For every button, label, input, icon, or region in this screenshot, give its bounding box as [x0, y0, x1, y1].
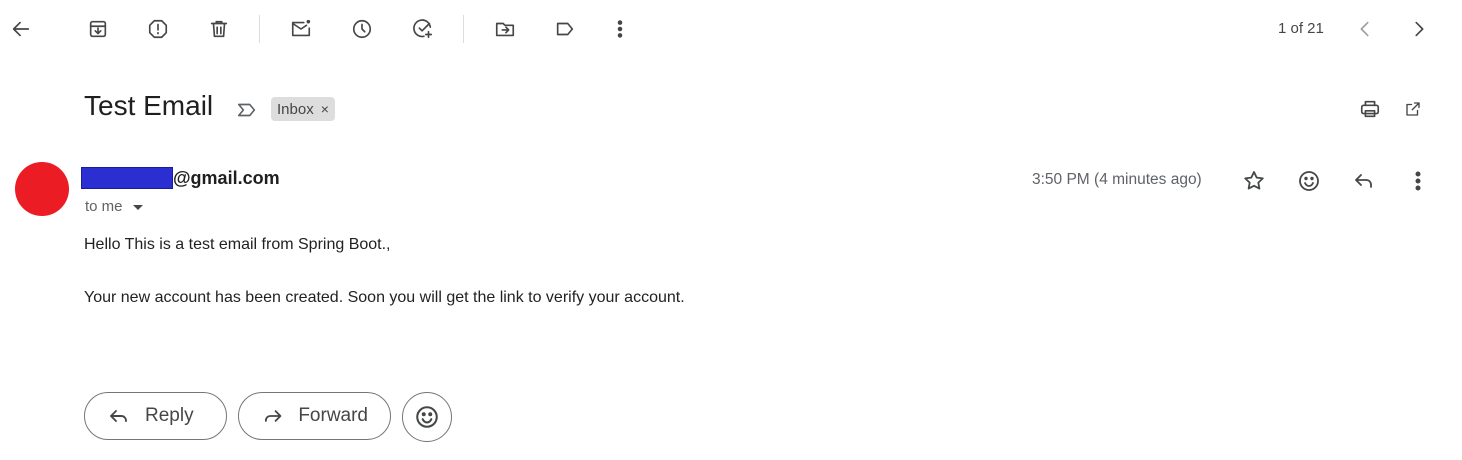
recipient-text: to me — [85, 198, 123, 215]
label-icon[interactable] — [550, 14, 580, 44]
toolbar-divider — [259, 15, 260, 43]
move-to-icon[interactable] — [490, 14, 520, 44]
pager-count: 1 of 21 — [1278, 20, 1324, 37]
smiley-icon — [416, 406, 438, 428]
forward-button[interactable]: Forward — [238, 392, 391, 440]
reply-button-label: Reply — [145, 405, 194, 426]
open-new-window-icon[interactable] — [1404, 94, 1422, 124]
message-timestamp: 3:50 PM (4 minutes ago) — [1032, 171, 1202, 188]
forward-arrow-icon — [264, 410, 282, 422]
chevron-down-icon[interactable] — [132, 205, 143, 210]
remove-label-icon[interactable]: × — [321, 101, 329, 117]
back-arrow-icon[interactable] — [6, 14, 36, 44]
star-icon[interactable] — [1239, 166, 1269, 196]
add-reaction-button[interactable] — [402, 392, 452, 442]
forward-button-label: Forward — [298, 405, 368, 426]
toolbar-divider — [463, 15, 464, 43]
mark-unread-icon[interactable] — [286, 14, 316, 44]
sender-avatar — [15, 162, 69, 216]
snooze-icon[interactable] — [347, 14, 377, 44]
label-chip-text: Inbox — [277, 100, 314, 118]
recipient-details[interactable]: to me — [85, 198, 143, 215]
redacted-sender-name — [81, 167, 173, 189]
emoji-reaction-icon[interactable] — [1294, 166, 1324, 196]
inbox-label-chip[interactable]: Inbox × — [271, 97, 335, 121]
reply-arrow-icon — [110, 410, 127, 422]
importance-marker-icon[interactable] — [234, 97, 260, 123]
reply-icon[interactable] — [1349, 166, 1379, 196]
report-spam-icon[interactable] — [143, 14, 173, 44]
sender-address: @gmail.com — [81, 167, 280, 189]
reply-button[interactable]: Reply — [84, 392, 227, 440]
archive-icon[interactable] — [83, 14, 113, 44]
email-body-line-2: Your new account has been created. Soon … — [84, 289, 685, 306]
email-subject: Test Email — [84, 90, 214, 121]
more-vertical-icon[interactable] — [605, 14, 635, 44]
delete-icon[interactable] — [204, 14, 234, 44]
older-chevron-icon[interactable] — [1404, 14, 1434, 44]
email-body-line-1: Hello This is a test email from Spring B… — [84, 236, 391, 253]
print-icon[interactable] — [1355, 94, 1385, 124]
message-more-vertical-icon[interactable] — [1404, 166, 1432, 196]
newer-chevron-icon[interactable] — [1350, 14, 1380, 44]
add-to-tasks-icon[interactable] — [408, 14, 438, 44]
sender-address-suffix: @gmail.com — [173, 167, 280, 188]
